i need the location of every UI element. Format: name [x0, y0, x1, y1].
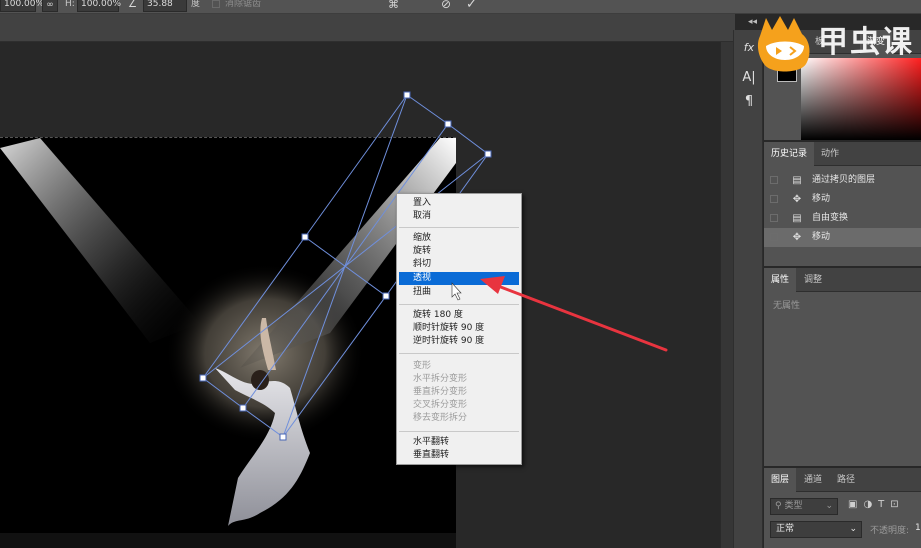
photoshop-window: 100.00% ∞ H: 100.00% ∠ 35.88 度 消除锯齿 ⌘ ⊘ … [0, 0, 921, 548]
mouse-cursor-icon [451, 282, 462, 301]
watermark-text: 甲虫课 [818, 25, 914, 60]
red-arrow-head [480, 276, 505, 294]
red-arrow-shaft [496, 284, 668, 352]
beetle-logo [757, 16, 810, 72]
annotation-overlay [451, 276, 668, 352]
